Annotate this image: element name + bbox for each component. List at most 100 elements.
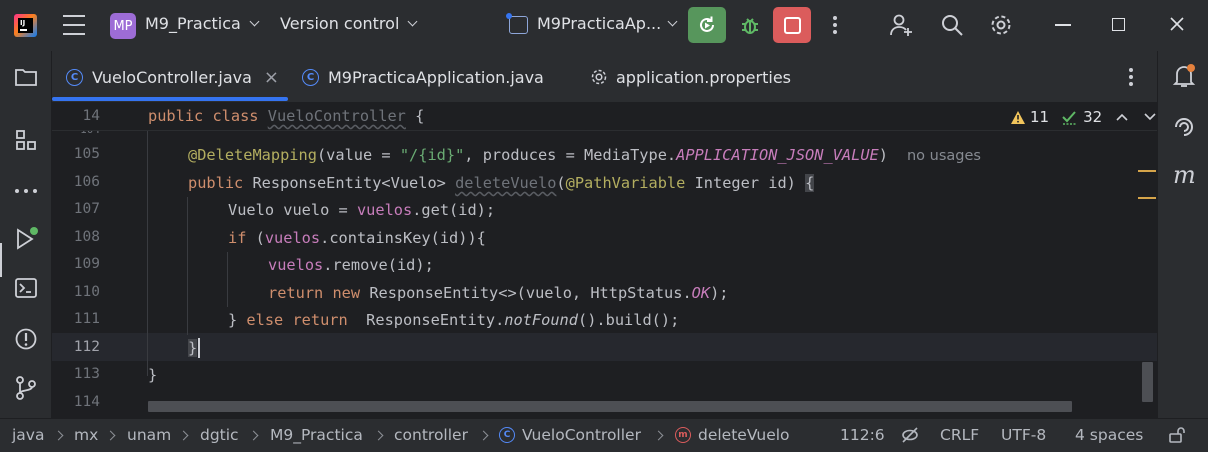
sticky-code-line[interactable]: public class VueloController {	[148, 107, 424, 125]
project-badge[interactable]: MP	[110, 13, 136, 39]
project-name: M9_Practica	[145, 14, 241, 33]
close-icon[interactable]	[1168, 15, 1186, 33]
line-number: 109	[73, 256, 100, 272]
ai-assistant-icon[interactable]	[1170, 113, 1198, 141]
settings-icon[interactable]	[989, 13, 1013, 37]
ide-logo-icon[interactable]: IJ	[14, 14, 37, 37]
minimize-icon[interactable]	[1055, 24, 1071, 26]
line-number: 111	[73, 311, 100, 327]
project-folder-icon[interactable]	[12, 63, 40, 91]
title-bar: IJ MP M9_Practica Version control M9Prac…	[0, 0, 1208, 51]
breadcrumb-m9-practica[interactable]: M9_Practica	[270, 424, 363, 446]
tab-vuelocontroller[interactable]: C VueloController.java ×	[66, 51, 279, 103]
code-editor[interactable]: 104 105 @DeleteMapping(value = "/{id}", …	[52, 103, 1157, 418]
line-number: 114	[73, 394, 100, 410]
code-line-109[interactable]: vuelos.remove(id);	[268, 256, 434, 274]
warning-icon	[1011, 110, 1025, 124]
project-selector[interactable]: M9_Practica	[145, 14, 260, 33]
weak-warnings-count: 32	[1083, 108, 1103, 126]
chevron-right-icon	[373, 430, 384, 440]
close-tab-icon[interactable]: ×	[264, 67, 279, 88]
chevron-down-icon	[407, 16, 418, 26]
more-tools-icon[interactable]	[12, 177, 40, 205]
indent-guide	[227, 252, 228, 307]
run-tool-icon[interactable]	[12, 225, 40, 253]
debug-button[interactable]	[739, 14, 761, 36]
chevron-right-icon	[178, 430, 189, 440]
stop-button[interactable]	[773, 7, 811, 43]
vertical-scrollbar[interactable]	[1142, 362, 1153, 402]
chevron-right-icon	[105, 430, 116, 440]
indent-guide	[147, 131, 148, 376]
tab-m9practicaapplication[interactable]: C M9PracticaApplication.java	[302, 51, 544, 103]
status-bar: java mx unam dgtic M9_Practica controlle…	[0, 418, 1208, 452]
error-stripe-mark[interactable]	[1138, 170, 1156, 172]
gear-icon	[591, 69, 607, 85]
inspections-widget[interactable]: 11 32	[1010, 108, 1157, 126]
tab-application-properties[interactable]: application.properties	[590, 51, 791, 103]
git-icon[interactable]	[12, 374, 40, 402]
breadcrumb-dgtic[interactable]: dgtic	[200, 424, 239, 446]
read-only-lock-icon[interactable]	[1168, 424, 1186, 446]
stop-icon	[783, 16, 801, 34]
line-number: 110	[73, 284, 100, 300]
breadcrumb-unam[interactable]: unam	[127, 424, 171, 446]
run-config-selector[interactable]: M9PracticaAp...	[537, 14, 678, 33]
code-line-113[interactable]: }	[148, 366, 157, 384]
chevron-right-icon	[653, 430, 664, 440]
problems-icon[interactable]	[12, 325, 40, 353]
maven-icon[interactable]: m	[1170, 161, 1198, 189]
tab-options-icon[interactable]	[1129, 68, 1133, 86]
code-line-110[interactable]: return new ResponseEntity<>(vuelo, HttpS…	[268, 284, 729, 302]
chevron-right-icon	[53, 430, 64, 440]
code-line-107[interactable]: Vuelo vuelo = vuelos.get(id);	[228, 201, 495, 219]
code-line-106[interactable]: public ResponseEntity<Vuelo> deleteVuelo…	[188, 174, 815, 192]
breadcrumb-mx[interactable]: mx	[74, 424, 98, 446]
class-icon: C	[66, 68, 83, 86]
line-number: 14	[82, 108, 100, 124]
chevron-down-icon	[667, 16, 678, 26]
next-highlight-icon[interactable]	[1143, 112, 1157, 122]
previous-highlight-icon[interactable]	[1115, 112, 1129, 122]
run-config-icon	[506, 13, 528, 34]
rerun-button[interactable]	[688, 7, 726, 43]
file-encoding[interactable]: UTF-8	[1001, 424, 1046, 446]
rerun-icon	[700, 16, 714, 32]
no-indexing-icon[interactable]	[900, 424, 920, 446]
line-number: 113	[73, 366, 100, 382]
horizontal-scrollbar[interactable]	[148, 401, 1072, 412]
breadcrumb-controller[interactable]: controller	[394, 424, 468, 446]
add-profile-icon[interactable]	[889, 12, 915, 38]
text-caret	[198, 338, 200, 358]
breadcrumb-deletevuelo[interactable]: m deleteVuelo	[675, 424, 790, 446]
sticky-scroll-header[interactable]: 14 public class VueloController {	[52, 103, 1157, 131]
maximize-icon[interactable]	[1112, 18, 1125, 31]
line-separator[interactable]: CRLF	[940, 424, 979, 446]
more-icon[interactable]	[833, 16, 837, 34]
usages-hint[interactable]: no usages	[907, 148, 981, 164]
code-line-108[interactable]: if (vuelos.containsKey(id)){	[228, 229, 486, 247]
breadcrumb-java[interactable]: java	[12, 424, 44, 446]
right-tool-strip: m	[1157, 51, 1208, 418]
code-line-112[interactable]: }	[188, 339, 198, 357]
line-number: 106	[73, 174, 100, 190]
editor-tabs: C VueloController.java × C M9PracticaApp…	[52, 51, 1157, 103]
breadcrumb-vuelocontroller[interactable]: C VueloController	[499, 424, 641, 446]
chevron-right-icon	[478, 430, 489, 440]
indent-setting[interactable]: 4 spaces	[1075, 424, 1143, 446]
spring-class-icon: C	[302, 68, 319, 86]
indent-guide	[187, 197, 188, 335]
run-config-label: M9PracticaAp...	[537, 14, 662, 33]
vcs-menu[interactable]: Version control	[280, 14, 418, 33]
terminal-icon[interactable]	[12, 274, 40, 302]
code-line-111[interactable]: } else return ResponseEntity.notFound().…	[228, 311, 679, 329]
debug-icon	[742, 18, 758, 34]
code-line-105[interactable]: @DeleteMapping(value = "/{id}", produces…	[188, 146, 981, 164]
structure-icon[interactable]	[12, 126, 40, 154]
caret-position[interactable]: 112:6	[840, 424, 885, 446]
main-menu-icon[interactable]	[63, 15, 85, 35]
line-number: 105	[73, 146, 100, 162]
error-stripe-mark[interactable]	[1138, 197, 1156, 199]
notifications-icon[interactable]	[1170, 62, 1198, 90]
search-icon[interactable]	[940, 13, 964, 37]
